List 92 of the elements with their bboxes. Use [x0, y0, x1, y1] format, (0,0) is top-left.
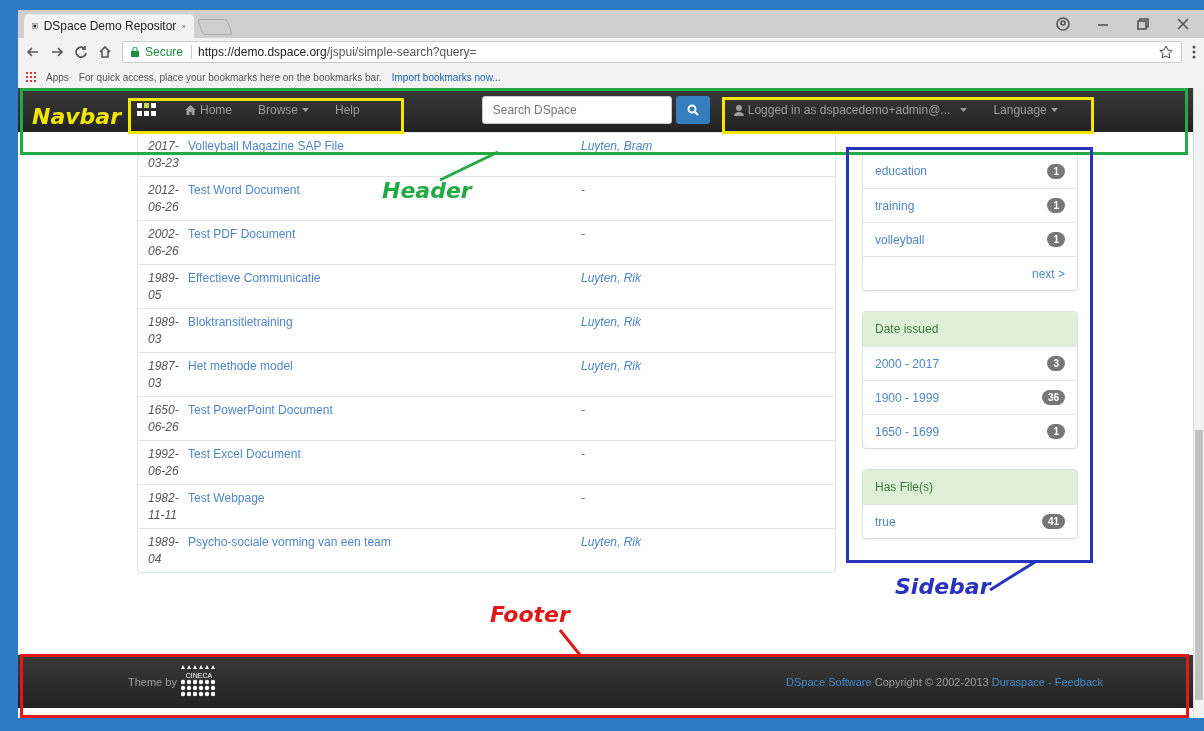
date-text: 1992-06-26: [148, 446, 180, 479]
annotation-label: Footer: [490, 602, 570, 627]
author-text: -: [581, 446, 585, 463]
count-badge: 1: [1047, 424, 1065, 439]
next-link[interactable]: next >: [1031, 266, 1065, 281]
forward-icon[interactable]: [50, 45, 64, 59]
facet-item[interactable]: true 41: [863, 504, 1077, 538]
feedback-link[interactable]: Feedback: [1054, 675, 1103, 688]
date-text: 1987-03: [148, 358, 180, 391]
theme-by-text: Theme by: [128, 675, 177, 688]
user-icon: [733, 104, 744, 116]
facet-title: Date issued: [863, 312, 1077, 346]
title-link[interactable]: Psycho-sociale vorming van een team: [188, 534, 391, 551]
facet-title: Has File(s): [863, 470, 1077, 504]
title-link[interactable]: Test Webpage: [188, 490, 265, 507]
facet-item[interactable]: education 1: [863, 154, 1077, 188]
home-icon: [185, 105, 196, 115]
title-link[interactable]: Test Excel Document: [188, 446, 301, 463]
home-icon[interactable]: [98, 45, 112, 59]
lock-icon: [131, 47, 139, 57]
annotation-label: Navbar: [32, 104, 122, 129]
menu-icon[interactable]: [1192, 45, 1196, 59]
count-badge: 3: [1047, 356, 1065, 371]
title-link[interactable]: Volleyball Magazine SAP File: [188, 138, 344, 155]
address-field[interactable]: Secure https://demo.dspace.org/jspui/simple-search?query=: [122, 41, 1182, 63]
author-text: -: [581, 490, 585, 507]
title-link[interactable]: Effectieve Communicatie: [188, 270, 321, 287]
facet-item[interactable]: 1900 - 1999 36: [863, 380, 1077, 414]
date-text: 1989-05: [148, 270, 180, 303]
close-icon[interactable]: [1176, 17, 1190, 31]
bookmarks-hint: For quick access, place your bookmarks here on the bookmarks bar.: [78, 71, 382, 83]
leader-line: [558, 629, 582, 656]
browser-tab[interactable]: DSpace Demo Repositor: [24, 14, 194, 38]
copyright-text: DSpace Software Copyright © 2002-2013 Duraspace - Feedback: [786, 675, 1103, 688]
date-text: 2017-03-23: [148, 138, 180, 171]
import-bookmarks-link[interactable]: Import bookmarks now...: [391, 71, 501, 83]
facet-item[interactable]: training 1: [863, 188, 1077, 222]
separator-text: -: [1047, 675, 1052, 688]
facet-item[interactable]: 2000 - 2017 3: [863, 346, 1077, 380]
author-text: -: [581, 226, 585, 243]
account-icon[interactable]: [1056, 17, 1070, 31]
title-link[interactable]: Test PowerPoint Document: [188, 402, 333, 419]
facet-item[interactable]: volleyball 1: [863, 222, 1077, 256]
restore-icon[interactable]: [1136, 17, 1150, 31]
author-text[interactable]: Luyten, Rik: [581, 270, 642, 303]
nav-link[interactable]: Browse: [258, 103, 310, 117]
facet-item[interactable]: 1650 - 1699 1: [863, 414, 1077, 448]
apps-icon[interactable]: [26, 72, 36, 82]
count-badge: 1: [1047, 163, 1065, 179]
leader-line: [439, 150, 499, 182]
author-text[interactable]: Luyten, Bram: [581, 138, 653, 171]
caret-icon: [1050, 108, 1058, 112]
user-menu[interactable]: Logged in as dspacedemo+admin@...: [733, 103, 968, 117]
search-button[interactable]: [675, 96, 710, 124]
date-text: 1989-03: [148, 314, 180, 347]
back-icon[interactable]: [26, 45, 40, 59]
caret-icon: [302, 108, 310, 112]
annotation-label: Header: [382, 178, 472, 203]
star-icon[interactable]: [1159, 45, 1173, 59]
title-link[interactable]: Test Word Document: [188, 182, 300, 199]
author-text[interactable]: Luyten, Rik: [581, 534, 642, 567]
date-text: 1982-11-11: [148, 490, 180, 523]
date-text: 1650-06-26: [148, 402, 180, 435]
tab-title: DSpace Demo Repositor: [43, 19, 177, 33]
search-icon: [686, 104, 699, 116]
secure-label: Secure: [145, 45, 193, 59]
reload-icon[interactable]: [74, 45, 88, 59]
duraspace-link[interactable]: Duraspace: [991, 675, 1045, 688]
count-badge: 1: [1047, 232, 1065, 247]
count-badge: 1: [1047, 198, 1065, 213]
search-field[interactable]: Search DSpace: [481, 96, 672, 124]
caret-icon: [960, 108, 968, 112]
date-text: 1989-04: [148, 534, 180, 567]
author-text: -: [581, 402, 585, 419]
dspace-software-link[interactable]: DSpace Software: [786, 675, 872, 688]
author-text[interactable]: Luyten, Rik: [581, 358, 642, 391]
title-link[interactable]: Bloktransitietraining: [188, 314, 293, 331]
apps-link[interactable]: Apps: [46, 71, 69, 83]
author-text[interactable]: Luyten, Rik: [581, 314, 642, 347]
count-badge: 41: [1041, 514, 1065, 529]
language-menu[interactable]: Language: [993, 103, 1058, 117]
grid-logo-icon[interactable]: [137, 102, 157, 118]
date-text: 2012-06-26: [148, 182, 180, 215]
author-text: -: [581, 182, 585, 199]
url-text: https://demo.dspace.org/jspui/simple-search?query=: [198, 45, 477, 59]
nav-link[interactable]: Help: [335, 103, 360, 117]
date-text: 2002-06-26: [148, 226, 180, 259]
annotation-label: Sidebar: [895, 574, 991, 599]
nav-link[interactable]: Home: [185, 103, 232, 117]
title-link[interactable]: Test PDF Document: [188, 226, 296, 243]
title-link[interactable]: Het methode model: [188, 358, 293, 375]
count-badge: 36: [1041, 390, 1065, 405]
